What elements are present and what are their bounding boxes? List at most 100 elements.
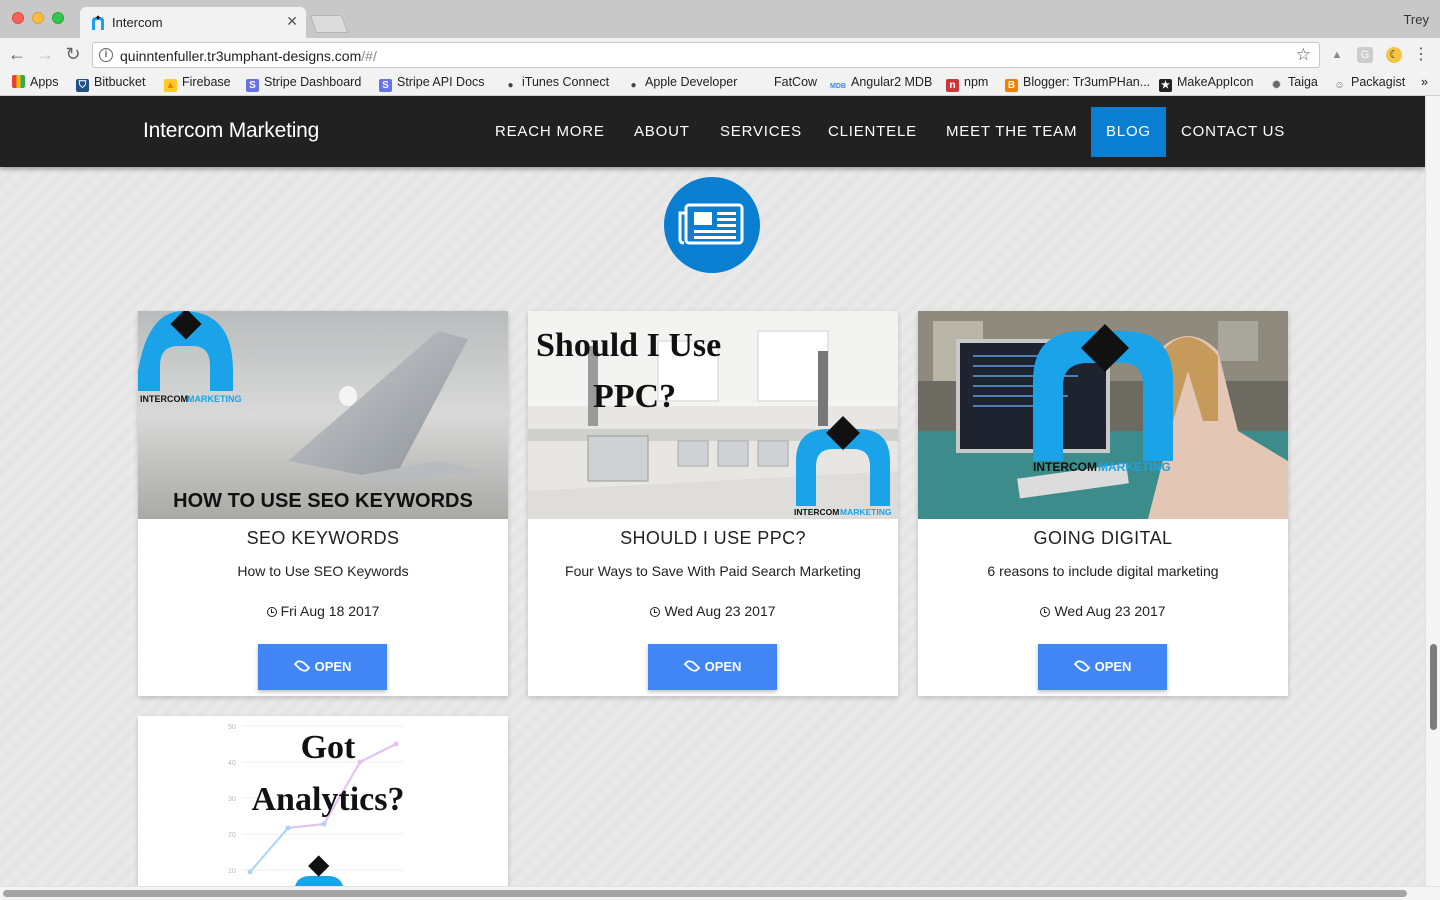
firebase-icon: ▲: [164, 79, 177, 92]
drive-extension-icon[interactable]: ▲: [1329, 47, 1345, 63]
open-post-button[interactable]: OPEN: [1038, 644, 1167, 690]
nav-about[interactable]: ABOUT: [634, 123, 690, 140]
stripe-icon: S: [379, 79, 392, 92]
bookmark-firebase[interactable]: ▲ Firebase: [164, 75, 231, 92]
blog-section-badge: [664, 177, 760, 273]
card-image: INTERCOM MARKETING HOW TO USE SEO KEYWOR…: [138, 311, 508, 519]
axis-tick: 50: [228, 724, 236, 731]
packagist-icon: ☺: [1334, 80, 1345, 91]
makeappicon-icon: ★: [1159, 79, 1172, 92]
bookmark-bitbucket[interactable]: ⛉ Bitbucket: [76, 75, 145, 92]
card-title: SEO KEYWORDS: [246, 528, 400, 548]
new-tab-button[interactable]: [309, 15, 349, 33]
image-caption: HOW TO USE SEO KEYWORDS: [173, 490, 473, 512]
bookmark-fatcow[interactable]: FatCow: [774, 75, 817, 89]
bookmark-packagist[interactable]: ☺ Packagist: [1333, 75, 1405, 92]
logo-text: MARKETING: [1098, 460, 1171, 474]
reload-icon[interactable]: ↻: [63, 44, 83, 65]
bookmark-apple-developer[interactable]: ● Apple Developer: [627, 75, 737, 92]
card-date: Wed Aug 23 2017: [918, 603, 1288, 619]
nav-blog[interactable]: BLOG: [1106, 123, 1151, 140]
page-viewport: Intercom Marketing REACH MORE ABOUT SERV…: [0, 96, 1425, 886]
horizontal-scroll-thumb[interactable]: [3, 890, 1407, 897]
bookmark-apps[interactable]: Apps: [12, 75, 59, 89]
close-tab-icon[interactable]: ✕: [286, 13, 298, 30]
blogger-icon: B: [1005, 79, 1018, 92]
address-bar[interactable]: i quinntenfuller.tr3umphant-designs.com/…: [92, 42, 1320, 68]
site-navbar: Intercom Marketing REACH MORE ABOUT SERV…: [0, 96, 1425, 167]
bookmark-blogger[interactable]: B Blogger: Tr3umPHan...: [1005, 75, 1150, 92]
open-post-button[interactable]: OPEN: [648, 644, 777, 690]
nav-services[interactable]: SERVICES: [720, 123, 802, 140]
card-image: Should I Use PPC? INTERCOM MARKETING: [528, 311, 898, 519]
image-caption: Should I Use: [536, 327, 721, 364]
apple-icon: ●: [630, 80, 637, 91]
bookmark-makeappicon[interactable]: ★ MakeAppIcon: [1159, 75, 1253, 92]
mdb-icon: MDB: [830, 83, 846, 90]
logo-text: INTERCOM: [794, 507, 839, 517]
card-date: Wed Aug 23 2017: [528, 603, 898, 619]
clock-icon: [650, 607, 661, 617]
clock-icon: [266, 607, 277, 617]
maximize-window-button[interactable]: [52, 12, 64, 24]
blog-card-ppc: Should I Use PPC? INTERCOM MARKETING SHO…: [528, 311, 898, 696]
card-image: 50 40 30 20 10 Got Analytics?: [138, 716, 508, 886]
image-caption: Analytics?: [252, 781, 405, 818]
bookmarks-overflow-icon[interactable]: »: [1421, 75, 1428, 89]
card-subtitle: How to Use SEO Keywords: [237, 563, 409, 579]
bookmark-star-icon[interactable]: ☆: [1296, 45, 1311, 65]
card-title: SHOULD I USE PPC?: [620, 528, 806, 548]
tab-title: Intercom: [112, 15, 163, 30]
npm-icon: n: [946, 79, 959, 92]
browser-titlebar: Intercom ✕ Trey: [0, 0, 1440, 38]
logo-text: INTERCOM: [140, 394, 188, 404]
browser-tab[interactable]: Intercom ✕: [80, 7, 306, 38]
image-caption: PPC?: [593, 378, 676, 415]
forward-arrow-icon[interactable]: →: [35, 44, 55, 65]
apps-grid-icon: [12, 75, 25, 88]
bookmark-stripe-dashboard[interactable]: S Stripe Dashboard: [246, 75, 361, 92]
clock-icon: [1040, 607, 1051, 617]
bookmark-angular2-mdb[interactable]: MDB Angular2 MDB: [830, 75, 932, 93]
menu-dots-icon[interactable]: ⋮: [1413, 47, 1429, 63]
site-brand[interactable]: Intercom Marketing: [143, 119, 319, 143]
horizontal-scrollbar[interactable]: [0, 886, 1440, 900]
bookmark-itunes-connect[interactable]: ● iTunes Connect: [504, 75, 609, 92]
open-post-button[interactable]: OPEN: [258, 644, 387, 690]
intercom-favicon-icon: [92, 15, 104, 30]
axis-tick: 30: [228, 796, 236, 803]
minimize-window-button[interactable]: [32, 12, 44, 24]
taiga-icon: ✺: [1272, 80, 1281, 91]
info-icon[interactable]: i: [99, 48, 113, 62]
logo-text: INTERCOM: [1033, 460, 1097, 474]
nav-contact-us[interactable]: CONTACT US: [1181, 123, 1285, 140]
logo-text: MARKETING: [840, 507, 892, 517]
card-title: GOING DIGITAL: [1033, 528, 1173, 548]
eye-icon: [1073, 657, 1090, 675]
card-subtitle: Four Ways to Save With Paid Search Marke…: [565, 563, 861, 579]
profile-name[interactable]: Trey: [1403, 12, 1429, 27]
bookmarks-bar: Apps ⛉ Bitbucket ▲ Firebase S Stripe Dashbo…: [0, 72, 1440, 96]
blog-card-analytics: 50 40 30 20 10 Got Analytics?: [138, 716, 508, 886]
stripe-icon: S: [246, 79, 259, 92]
card-image: INTERCOM MARKETING: [918, 311, 1288, 519]
nav-meet-the-team[interactable]: MEET THE TEAM: [946, 123, 1077, 140]
newspaper-icon: [678, 203, 744, 245]
logo-text: MARKETING: [187, 394, 242, 404]
image-caption: Got: [301, 729, 356, 766]
bookmark-stripe-api-docs[interactable]: S Stripe API Docs: [379, 75, 485, 92]
blog-card-going-digital: INTERCOM MARKETING GOING DIGITAL 6 reaso…: [918, 311, 1288, 696]
back-arrow-icon[interactable]: ←: [7, 44, 27, 65]
nav-clientele[interactable]: CLIENTELE: [828, 123, 917, 140]
bitbucket-icon: ⛉: [76, 79, 89, 92]
vertical-scrollbar[interactable]: [1425, 96, 1440, 886]
grammarly-extension-icon[interactable]: G: [1357, 47, 1373, 63]
close-window-button[interactable]: [12, 12, 24, 24]
nav-reach-more[interactable]: REACH MORE: [495, 123, 605, 140]
card-subtitle: 6 reasons to include digital marketing: [987, 563, 1219, 579]
night-extension-icon[interactable]: ☾: [1386, 47, 1402, 63]
bookmark-taiga[interactable]: ✺ Taiga: [1270, 75, 1318, 92]
vertical-scroll-thumb[interactable]: [1430, 644, 1437, 730]
bookmark-npm[interactable]: n npm: [946, 75, 988, 92]
eye-icon: [683, 657, 700, 675]
